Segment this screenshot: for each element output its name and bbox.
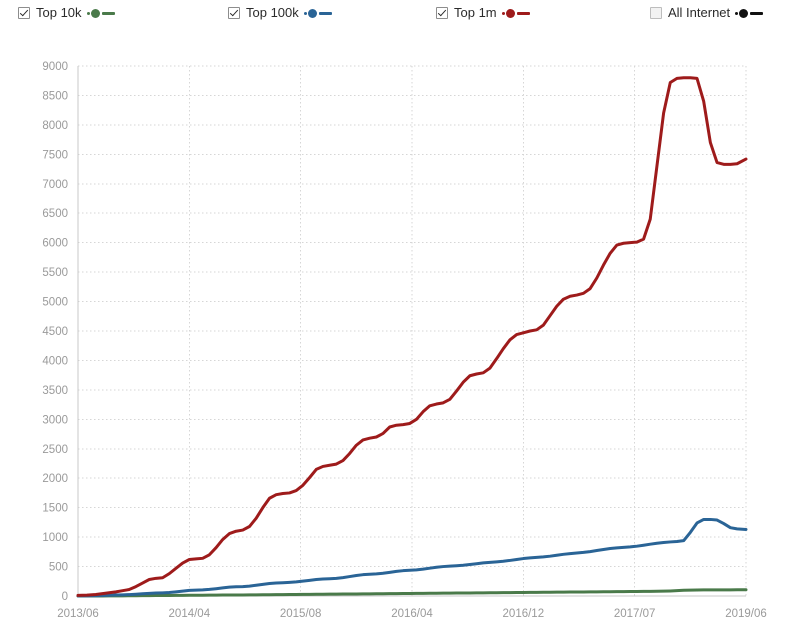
legend-label: Top 1m [454, 5, 497, 20]
x-axis-tick-label: 2016/12 [503, 608, 545, 620]
legend-series-marker-icon [303, 8, 332, 18]
chart-plot-area: 0 500 1000 1500 2000 2500 3000 3500 4000 4500 5000… [0, 28, 800, 627]
y-axis-tick-label: 5500 [42, 267, 68, 279]
legend-dash-icon [318, 11, 332, 15]
x-axis-tick-label: 2017/07 [614, 608, 656, 620]
legend-label: Top 100k [246, 5, 299, 20]
legend-series-marker-icon [86, 8, 115, 18]
legend-big-dot-icon [307, 8, 317, 18]
x-axis-tick-label: 2015/08 [280, 608, 322, 620]
y-axis-tick-label: 1500 [42, 503, 68, 515]
y-axis-tick-label: 2000 [42, 473, 68, 485]
legend-dash-icon [101, 11, 115, 15]
chart-legend: Top 10k Top 100k Top 1m All Internet [0, 0, 800, 28]
x-axis-tick-label: 2013/06 [57, 608, 99, 620]
legend-small-dot-icon [86, 11, 90, 15]
legend-big-dot-icon [505, 8, 515, 18]
legend-item-top-1m[interactable]: Top 1m [436, 4, 530, 22]
legend-dash-icon [750, 11, 764, 15]
legend-item-top-10k[interactable]: Top 10k [18, 4, 115, 22]
y-axis-tick-label: 6500 [42, 208, 68, 220]
y-axis-tick-label: 3500 [42, 385, 68, 397]
y-axis-tick-label: 8000 [42, 120, 68, 132]
x-axis-tick-label: 2016/04 [391, 608, 433, 620]
y-axis-tick-label: 8500 [42, 90, 68, 102]
legend-checkbox-all-internet[interactable] [650, 7, 662, 19]
y-axis-tick-label: 4500 [42, 326, 68, 338]
legend-checkbox-top-10k[interactable] [18, 7, 30, 19]
legend-checkbox-top-100k[interactable] [228, 7, 240, 19]
legend-item-top-100k[interactable]: Top 100k [228, 4, 332, 22]
legend-small-dot-icon [735, 11, 739, 15]
y-axis-tick-label: 7500 [42, 149, 68, 161]
legend-series-marker-icon [735, 8, 764, 18]
y-axis-tick-label: 500 [49, 562, 68, 574]
legend-small-dot-icon [303, 11, 307, 15]
y-axis-tick-label: 3000 [42, 414, 68, 426]
legend-checkbox-top-1m[interactable] [436, 7, 448, 19]
y-axis-tick-label: 9000 [42, 61, 68, 73]
y-axis-tick-label: 6000 [42, 238, 68, 250]
y-axis-tick-labels: 0 500 1000 1500 2000 2500 3000 3500 4000 4500 5000… [42, 61, 68, 603]
legend-big-dot-icon [739, 8, 749, 18]
x-axis-tick-labels: 2013/06 2014/04 2015/08 2016/04 2016/12 2017/… [57, 608, 767, 620]
legend-big-dot-icon [90, 8, 100, 18]
line-chart-svg: 0 500 1000 1500 2000 2500 3000 3500 4000 4500 5000… [42, 61, 767, 620]
legend-dash-icon [516, 11, 530, 15]
y-axis-tick-label: 1000 [42, 532, 68, 544]
legend-label: Top 10k [36, 5, 82, 20]
y-axis-tick-label: 7000 [42, 179, 68, 191]
legend-small-dot-icon [501, 11, 505, 15]
y-axis-tick-label: 4000 [42, 355, 68, 367]
legend-item-all-internet[interactable]: All Internet [650, 4, 764, 22]
x-axis-tick-label: 2019/06 [725, 608, 767, 620]
y-axis-tick-label: 2500 [42, 444, 68, 456]
y-axis-tick-label: 0 [62, 591, 68, 603]
grid-layer [77, 65, 747, 597]
legend-label: All Internet [668, 5, 731, 20]
legend-series-marker-icon [501, 8, 530, 18]
y-axis-tick-label: 5000 [42, 297, 68, 309]
x-axis-tick-label: 2014/04 [169, 608, 211, 620]
